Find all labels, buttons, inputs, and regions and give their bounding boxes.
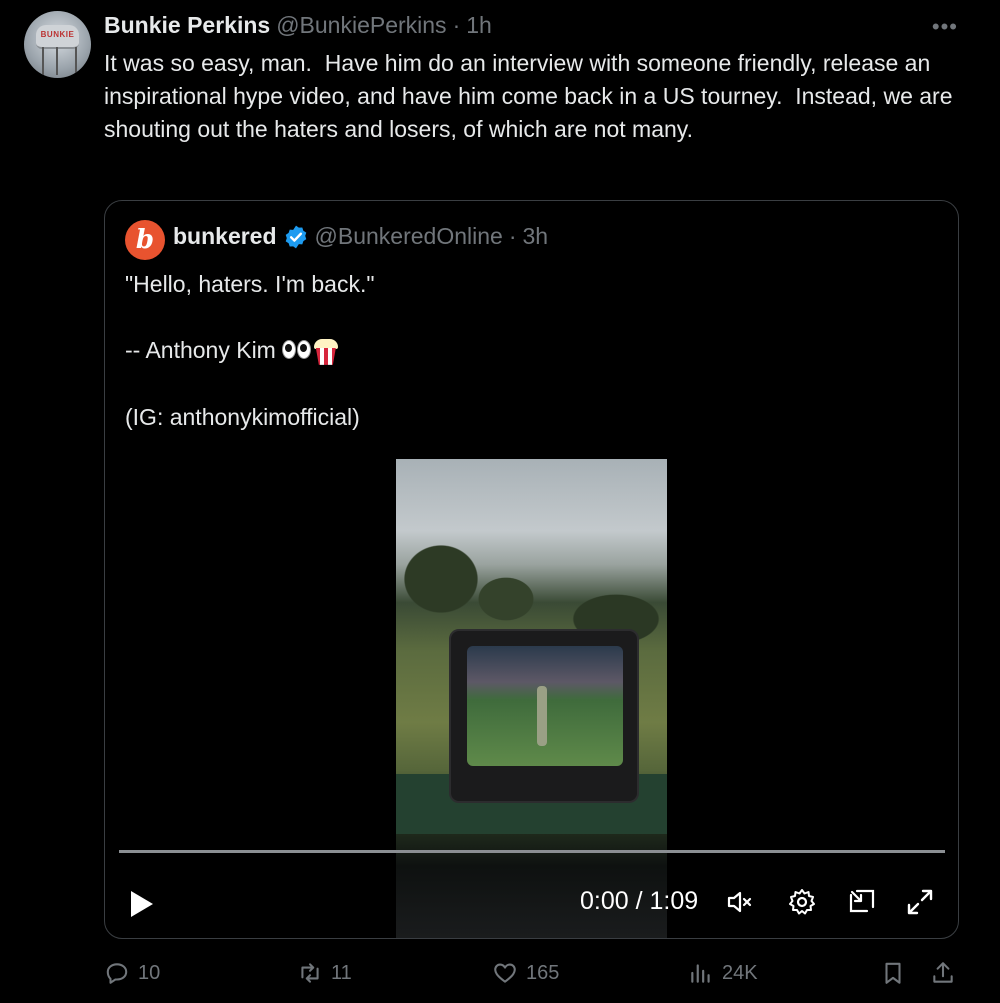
tweet-text: It was so easy, man. Have him do an inte… <box>104 50 959 142</box>
play-icon[interactable] <box>127 889 155 919</box>
bookmark-button[interactable] <box>880 960 906 986</box>
quote-header: bunkered @BunkeredOnline · 3h <box>173 223 548 250</box>
analytics-icon <box>691 964 710 983</box>
quote-author-name[interactable]: bunkered <box>173 223 277 250</box>
muted-volume-icon[interactable] <box>725 887 755 917</box>
share-icon <box>933 962 953 983</box>
quote-line-2-wrap: -- Anthony Kim <box>125 334 375 368</box>
water-tower-legs <box>42 47 77 75</box>
avatar-tower-text: BUNKIE <box>40 30 75 39</box>
quote-line-2: -- Anthony Kim <box>125 337 276 363</box>
popcorn-emoji-icon <box>313 338 338 365</box>
like-count: 165 <box>526 961 560 984</box>
header-separator: · <box>452 12 461 38</box>
author-avatar[interactable]: BUNKIE <box>24 11 91 78</box>
more-options-icon[interactable]: ••• <box>932 14 958 40</box>
heart-icon <box>494 963 516 983</box>
views-button[interactable]: 24K <box>688 960 758 986</box>
settings-gear-icon[interactable] <box>787 887 817 917</box>
bunkered-avatar[interactable]: b <box>125 220 165 260</box>
water-tower-leg <box>56 47 58 75</box>
video-golfer <box>537 686 547 746</box>
tweet-header: Bunkie Perkins @BunkiePerkins · 1h <box>104 12 492 42</box>
repost-icon <box>301 963 319 983</box>
video-tv-screen <box>467 646 623 766</box>
repost-count: 11 <box>331 961 352 984</box>
author-name[interactable]: Bunkie Perkins <box>104 12 270 39</box>
quote-line-1: "Hello, haters. I'm back." <box>125 271 375 297</box>
video-controls: 0:00 / 1:09 <box>105 881 958 921</box>
tweet-time[interactable]: 1h <box>466 12 492 39</box>
picture-in-picture-icon[interactable] <box>847 887 877 917</box>
video-time-readout: 0:00 / 1:09 <box>580 887 699 915</box>
eyes-emoji-icon <box>281 335 312 368</box>
quoted-tweet[interactable]: b bunkered @BunkeredOnline · 3h "Hello, … <box>104 200 959 939</box>
video-progress-bar[interactable] <box>119 850 945 853</box>
quote-text: "Hello, haters. I'm back." -- Anthony Ki… <box>125 268 375 467</box>
verified-badge-icon <box>285 225 306 248</box>
tweet-action-bar: 10 11 165 24K <box>104 960 964 992</box>
repost-button[interactable]: 11 <box>297 960 352 986</box>
quote-time[interactable]: 3h <box>523 223 549 250</box>
reply-button[interactable]: 10 <box>104 960 160 986</box>
water-tower-icon: BUNKIE <box>36 25 79 49</box>
like-button[interactable]: 165 <box>492 960 559 986</box>
share-button[interactable] <box>930 960 956 986</box>
views-count: 24K <box>722 961 758 984</box>
bookmark-icon <box>885 962 901 984</box>
quote-line-3: (IG: anthonykimofficial) <box>125 404 360 431</box>
video-trees <box>396 519 667 644</box>
author-handle[interactable]: @BunkiePerkins <box>276 12 446 39</box>
quote-author-handle[interactable]: @BunkeredOnline <box>315 223 503 250</box>
video-tv-set <box>449 629 639 803</box>
video-player[interactable] <box>396 459 667 938</box>
reply-icon <box>106 963 128 984</box>
fullscreen-icon[interactable] <box>905 887 935 917</box>
quote-separator: · <box>508 223 517 249</box>
reply-count: 10 <box>138 961 161 984</box>
